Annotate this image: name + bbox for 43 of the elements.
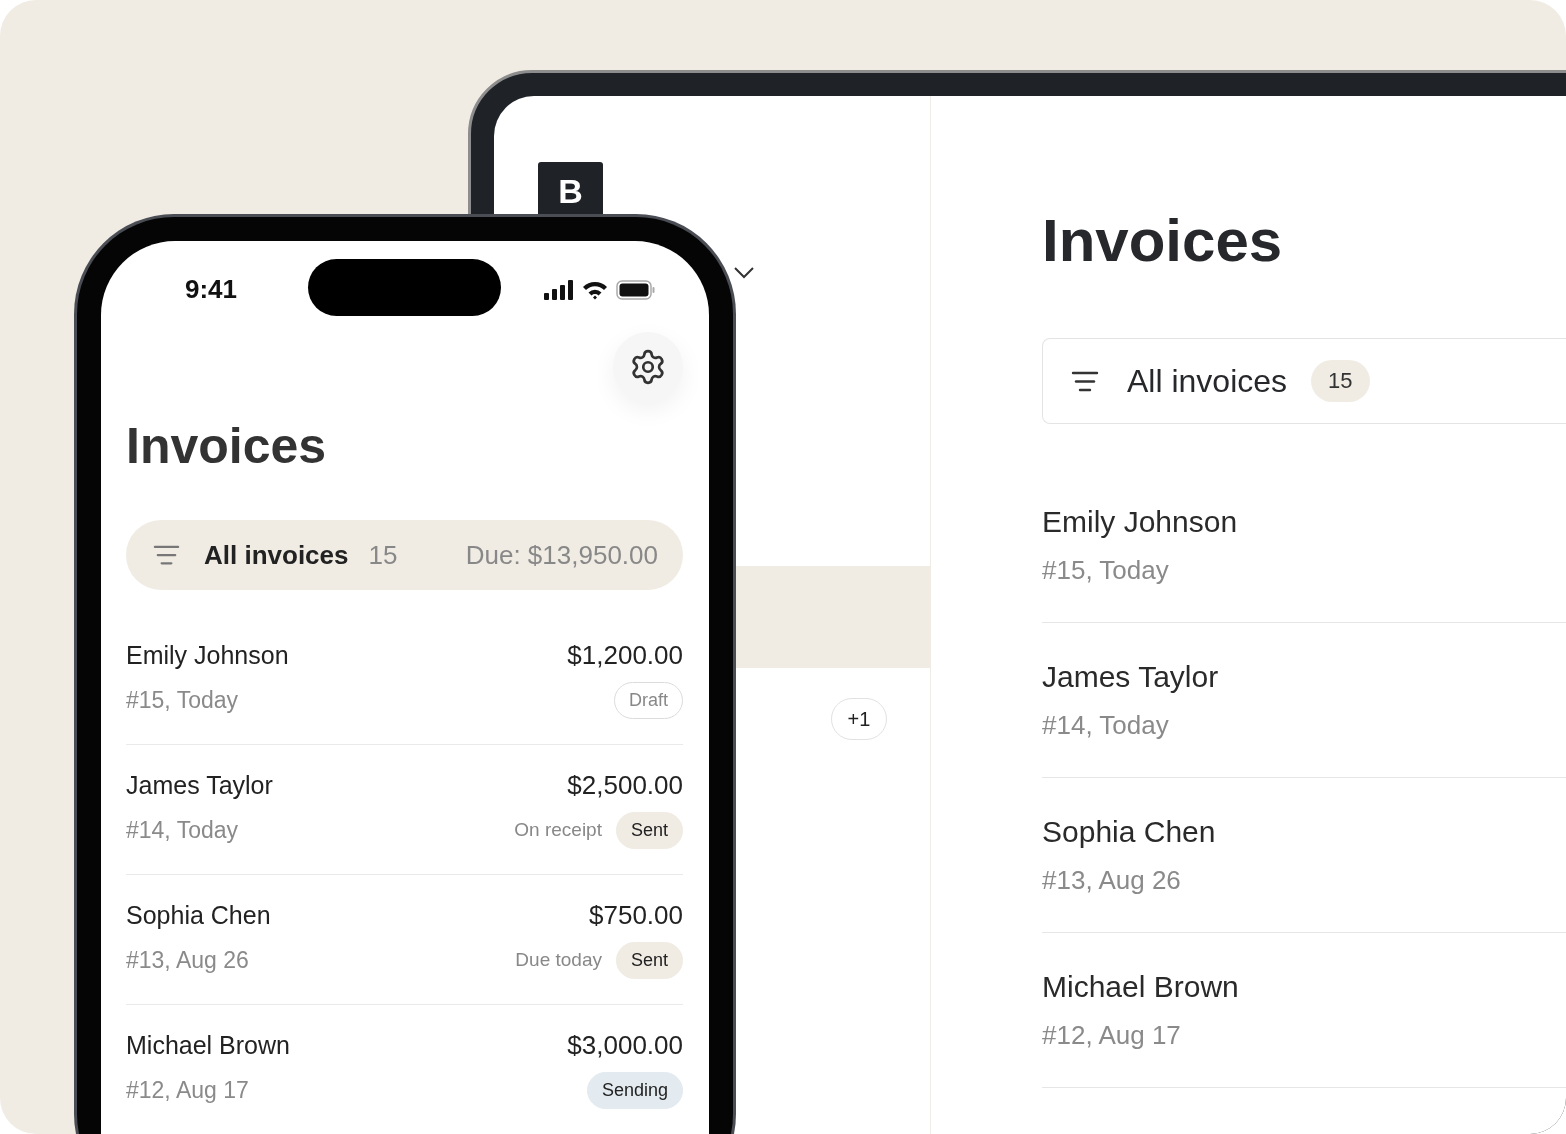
filter-label: All invoices xyxy=(1127,362,1288,400)
invoice-amount: $1,200.00 xyxy=(567,639,683,672)
invoice-meta: #13, Aug 26 xyxy=(1042,864,1181,897)
client-name: James Taylor xyxy=(1042,659,1219,695)
invoice-amount: $3,000.00 xyxy=(567,1029,683,1062)
status-badge: Draft xyxy=(614,681,683,719)
status-badge: Sent xyxy=(615,941,683,979)
status-badge: Sending xyxy=(586,1071,683,1109)
settings-icon xyxy=(629,348,667,386)
client-name: Sophia Chen xyxy=(1042,814,1216,850)
invoice-meta: #12, Aug 17 xyxy=(1042,1019,1181,1052)
client-name: Michael Brown xyxy=(126,1030,290,1061)
page-title: Invoices xyxy=(126,417,327,476)
filter-menu-icon xyxy=(153,544,180,566)
page-title: Invoices xyxy=(1042,208,1283,274)
filter-label: All invoices xyxy=(204,539,349,571)
filter-menu-icon xyxy=(1071,370,1099,392)
filter-bar[interactable]: All invoices 15 xyxy=(1042,338,1566,424)
client-name: James Taylor xyxy=(126,770,273,801)
filter-bar[interactable]: All invoices 15 Due: $13,950.00 xyxy=(126,520,683,590)
status-badge: Sent xyxy=(615,811,683,849)
chevron-down-icon[interactable] xyxy=(733,266,755,280)
client-name: Emily Johnson xyxy=(126,640,289,671)
amount-due: Due: $13,950.00 xyxy=(465,539,658,571)
invoice-meta: #13, Aug 26 xyxy=(126,946,249,974)
invoice-meta: #15, Today xyxy=(1042,554,1169,587)
payment-note: On receipt xyxy=(514,819,602,841)
client-name: Emily Johnson xyxy=(1042,504,1238,540)
invoice-meta: #12, Aug 17 xyxy=(126,1076,249,1104)
invoice-meta: #14, Today xyxy=(1042,709,1169,742)
invoice-meta: #14, Today xyxy=(126,816,239,844)
client-name: Michael Brown xyxy=(1042,969,1239,1005)
count-badge: 15 xyxy=(1311,360,1370,402)
invoice-amount: $2,500.00 xyxy=(567,769,683,802)
invoice-meta: #15, Today xyxy=(126,686,239,714)
client-name: Sophia Chen xyxy=(126,900,271,931)
signal-icon xyxy=(544,279,574,300)
wifi-icon xyxy=(582,279,608,300)
invoice-count: 15 xyxy=(368,539,398,571)
invoice-amount: $750.00 xyxy=(589,899,683,932)
battery-icon xyxy=(616,279,656,300)
payment-note: Due today xyxy=(515,949,602,971)
status-time: 9:41 xyxy=(185,274,238,305)
